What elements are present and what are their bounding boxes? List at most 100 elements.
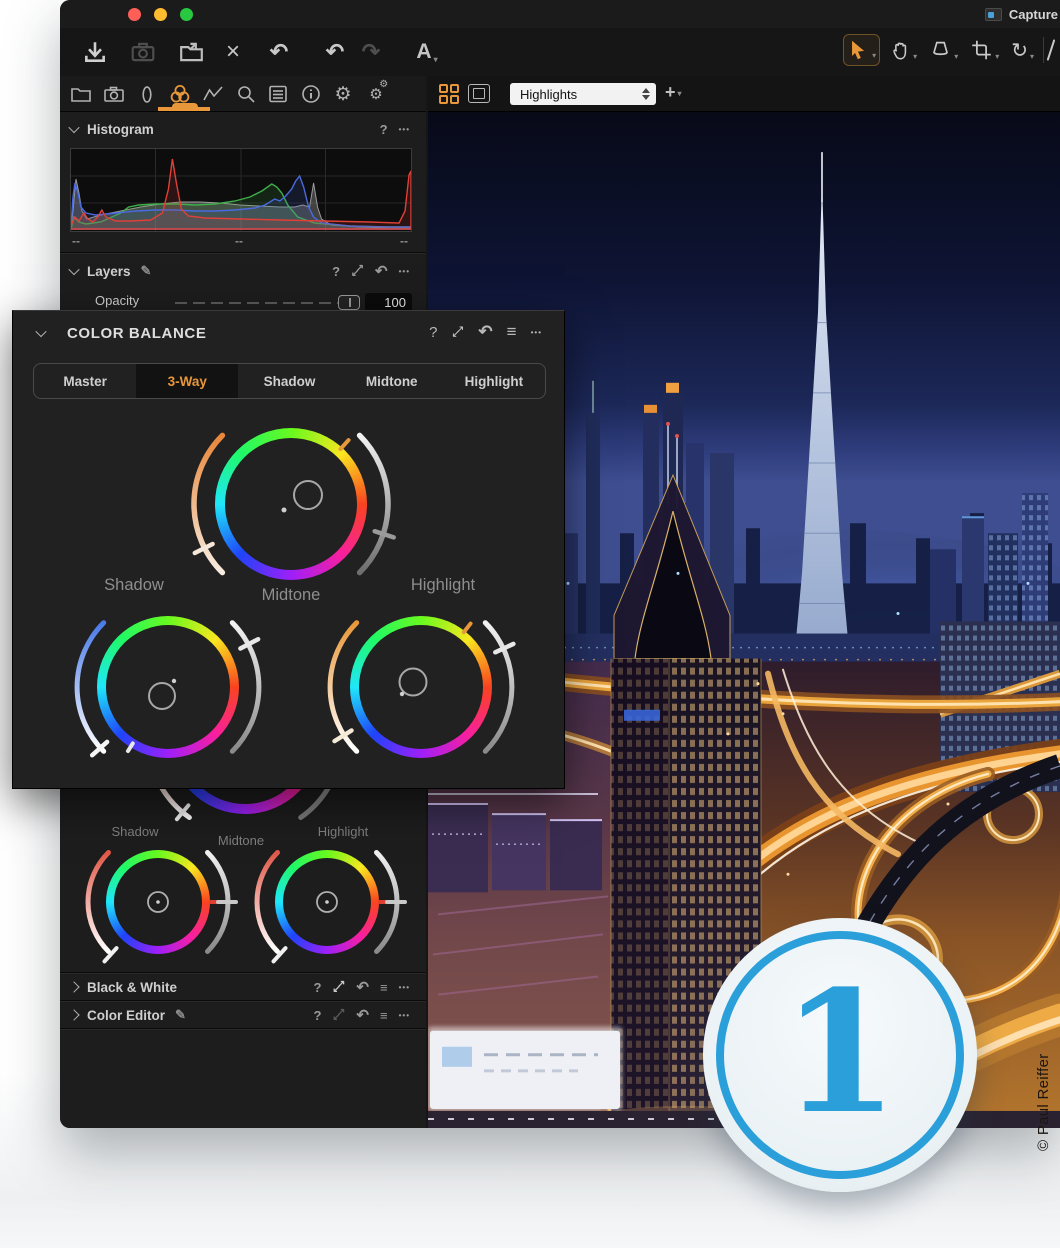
export-button[interactable] bbox=[174, 35, 208, 69]
help-icon[interactable]: ? bbox=[313, 1008, 321, 1023]
caret-down-icon: ▾ bbox=[434, 55, 438, 69]
tab-capture[interactable] bbox=[101, 81, 127, 107]
reset-icon[interactable]: ↶ bbox=[478, 322, 492, 342]
annotate-button[interactable]: A ▾ bbox=[410, 35, 444, 69]
redo-icon: ↷ bbox=[362, 41, 380, 63]
crop-icon bbox=[970, 38, 993, 62]
menu-icon[interactable]: ≡ bbox=[380, 980, 388, 995]
logo-ring bbox=[716, 931, 964, 1179]
pan-tool-button[interactable]: ▾ bbox=[886, 34, 920, 66]
tab-highlight[interactable]: Highlight bbox=[443, 364, 545, 398]
photo-credit: © Paul Reiffer bbox=[1035, 981, 1055, 1151]
wheel-arcs bbox=[316, 582, 526, 792]
caret-down-icon: ▾ bbox=[872, 51, 876, 65]
help-icon[interactable]: ? bbox=[429, 324, 437, 341]
color-balance-panel: COLOR BALANCE ? ↗↙ ↶ ≡ ••• Master 3-Way … bbox=[12, 310, 565, 789]
tab-info[interactable] bbox=[298, 81, 324, 107]
chevron-down-icon bbox=[68, 122, 79, 133]
delete-button[interactable]: × bbox=[216, 35, 250, 69]
layers-header[interactable]: Layers ✎ ? ↗↙ ↶ ••• bbox=[60, 258, 426, 284]
expand-icon[interactable]: ↗↙ bbox=[351, 265, 364, 278]
window-title-text: Capture bbox=[1009, 7, 1058, 22]
menu-icon[interactable]: ≡ bbox=[507, 322, 517, 342]
loupe-tool-button[interactable]: ▾ bbox=[926, 34, 961, 66]
help-icon[interactable]: ? bbox=[380, 122, 388, 137]
tab-library[interactable] bbox=[68, 81, 94, 107]
black-white-header[interactable]: Black & White ? ↗↙ ↶ ≡ ••• bbox=[60, 974, 426, 1000]
expand-icon[interactable]: ↗↙ bbox=[332, 981, 345, 994]
capture-button[interactable] bbox=[126, 35, 160, 69]
tab-metadata[interactable] bbox=[265, 81, 291, 107]
shadow-wheel[interactable] bbox=[63, 582, 273, 792]
rotate-tool-button[interactable]: ↻ ▾ bbox=[1008, 34, 1037, 66]
close-button[interactable] bbox=[128, 8, 141, 21]
color-editor-header[interactable]: Color Editor ✎ ? ↗↙ ↶ ≡ ••• bbox=[60, 1002, 426, 1028]
shadow-wheel-small[interactable] bbox=[78, 822, 238, 982]
preset-value: Highlights bbox=[520, 87, 577, 102]
app-icon bbox=[985, 8, 1002, 21]
reset-icon[interactable]: ↶ bbox=[375, 262, 388, 280]
menu-icon[interactable]: ≡ bbox=[380, 1008, 388, 1023]
tab-exposure[interactable] bbox=[200, 81, 226, 107]
highlight-wheel[interactable] bbox=[316, 582, 526, 792]
tab-adjustments[interactable]: ⚙⚙ bbox=[363, 81, 389, 107]
lens-icon bbox=[136, 83, 158, 105]
more-icon[interactable]: ••• bbox=[399, 983, 410, 992]
reset-icon[interactable]: ↶ bbox=[356, 978, 369, 996]
grid-view-button[interactable] bbox=[439, 84, 459, 104]
text-tool-icon: A bbox=[416, 40, 431, 64]
help-icon[interactable]: ? bbox=[332, 264, 340, 279]
tick-label: -- bbox=[72, 234, 80, 248]
histogram-header[interactable]: Histogram ? ••• bbox=[60, 116, 426, 142]
undo-icon: ↶ bbox=[326, 41, 344, 63]
opacity-slider-track[interactable] bbox=[175, 302, 355, 304]
toolbar-divider bbox=[1043, 37, 1044, 63]
expand-icon[interactable]: ↗↙ bbox=[451, 326, 464, 339]
color-balance-title: COLOR BALANCE bbox=[67, 325, 206, 342]
tab-lens[interactable] bbox=[134, 81, 160, 107]
crop-tool-button[interactable]: ▾ bbox=[967, 34, 1002, 66]
export-folder-icon bbox=[178, 39, 205, 65]
divider bbox=[60, 1028, 426, 1029]
chevron-right-icon bbox=[68, 981, 79, 992]
cursor-icon bbox=[847, 38, 870, 62]
reset-icon[interactable]: ↶ bbox=[356, 1006, 369, 1024]
tab-master[interactable]: Master bbox=[34, 364, 136, 398]
more-icon[interactable]: ••• bbox=[399, 1011, 410, 1020]
import-button[interactable] bbox=[78, 35, 112, 69]
zoom-button[interactable] bbox=[180, 8, 193, 21]
tab-details[interactable] bbox=[233, 81, 259, 107]
undo-button[interactable]: ↶ bbox=[318, 35, 352, 69]
preset-dropdown[interactable]: Highlights bbox=[510, 83, 656, 105]
opacity-slider-handle[interactable] bbox=[338, 295, 360, 310]
layers-title: Layers bbox=[87, 264, 131, 279]
add-preset-button[interactable]: + ▾ bbox=[665, 82, 682, 103]
info-icon bbox=[300, 83, 322, 105]
camera-icon bbox=[103, 83, 125, 105]
more-icon[interactable]: ••• bbox=[399, 125, 410, 134]
minimize-button[interactable] bbox=[154, 8, 167, 21]
histogram-chart bbox=[70, 148, 412, 232]
more-icon[interactable]: ••• bbox=[399, 267, 410, 276]
expand-icon[interactable]: ↗↙ bbox=[332, 1009, 345, 1022]
caret-down-icon: ▾ bbox=[1030, 52, 1034, 66]
rotate-icon: ↻ bbox=[1011, 38, 1028, 63]
viewer-toolbar: Highlights + ▾ bbox=[428, 76, 1060, 112]
reset-button[interactable]: ↶ bbox=[262, 35, 296, 69]
redo-button[interactable]: ↷ bbox=[354, 35, 388, 69]
folder-icon bbox=[70, 83, 92, 105]
wheel-arcs bbox=[63, 582, 273, 792]
color-editor-title: Color Editor bbox=[87, 1008, 165, 1023]
stage: Capture × ↶ ↶ ↷ bbox=[0, 0, 1060, 1248]
cursor-tool-button[interactable]: ▾ bbox=[843, 34, 880, 66]
proof-view-button[interactable] bbox=[468, 84, 490, 103]
color-balance-header[interactable]: COLOR BALANCE ? ↗↙ ↶ ≡ ••• bbox=[13, 319, 564, 347]
curve-icon bbox=[202, 83, 224, 105]
help-icon[interactable]: ? bbox=[313, 980, 321, 995]
more-icon[interactable]: ••• bbox=[531, 328, 542, 337]
chevron-down-icon bbox=[35, 326, 46, 337]
caret-down-icon: ▾ bbox=[678, 89, 682, 103]
tab-settings[interactable]: ⚙ bbox=[330, 81, 356, 107]
highlight-wheel-small[interactable] bbox=[247, 822, 407, 982]
chevron-down-icon bbox=[68, 264, 79, 275]
